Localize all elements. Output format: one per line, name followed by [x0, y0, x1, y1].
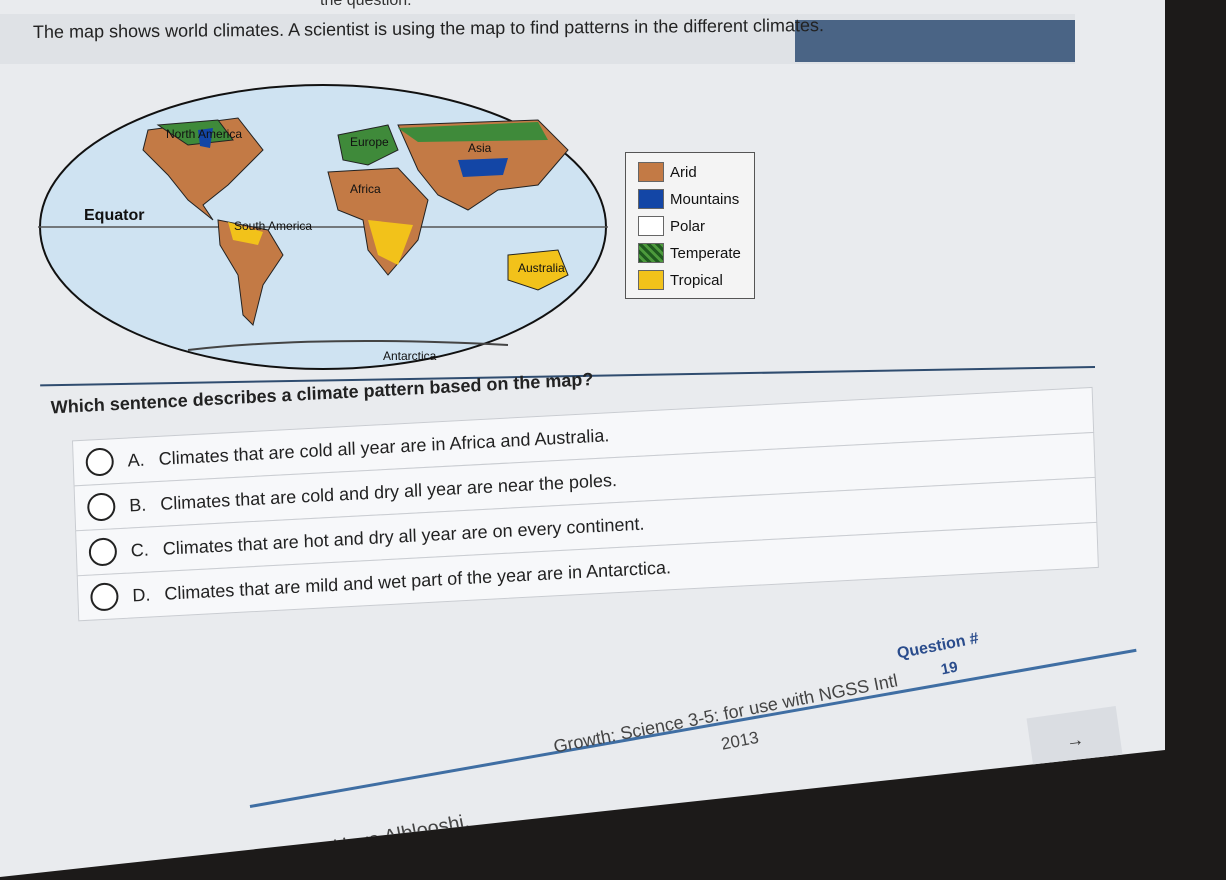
option-letter: D.	[132, 584, 151, 605]
label-equator: Equator	[84, 207, 144, 224]
arid-swatch	[638, 162, 664, 182]
radio-c[interactable]	[88, 537, 118, 567]
next-button[interactable]: →	[1026, 706, 1124, 774]
label-africa: Africa	[350, 182, 381, 196]
label-europe: Europe	[350, 135, 389, 149]
legend-arid: Arid	[638, 161, 697, 183]
question-number-label: Question #	[895, 629, 981, 663]
label-antarctica: Antarctica	[383, 349, 437, 363]
legend-temperate: Temperate	[638, 242, 741, 264]
mountains-swatch	[638, 189, 664, 209]
label-australia: Australia	[518, 261, 565, 275]
tropical-swatch	[638, 270, 664, 290]
label-north-america: North America	[166, 127, 242, 141]
legend-mountains: Mountains	[638, 188, 739, 210]
radio-d[interactable]	[89, 582, 119, 612]
question-number: 19	[939, 658, 960, 679]
header-accent	[795, 20, 1075, 62]
legend-label: Tropical	[670, 271, 723, 289]
arrow-right-icon: →	[1064, 728, 1086, 751]
student-name: Haya Alblooshi,	[331, 810, 472, 859]
radio-a[interactable]	[85, 447, 115, 477]
legend-label: Arid	[670, 163, 697, 181]
option-letter: C.	[130, 539, 150, 560]
legend-polar: Polar	[638, 215, 705, 237]
radio-b[interactable]	[86, 492, 116, 522]
option-letter: A.	[127, 449, 146, 471]
screen: the question. The map shows world climat…	[0, 0, 1165, 877]
option-letter: B.	[128, 494, 147, 515]
temperate-swatch	[638, 243, 664, 263]
world-climate-map: North America Europe Asia Africa Equator…	[38, 80, 618, 380]
legend-label: Mountains	[670, 190, 740, 208]
polar-swatch	[638, 216, 664, 236]
legend-label: Temperate	[670, 244, 741, 262]
label-south-america: South America	[234, 219, 312, 233]
label-asia: Asia	[468, 141, 492, 155]
legend-tropical: Tropical	[638, 269, 723, 291]
course-year: 2013	[719, 727, 761, 754]
legend-label: Polar	[670, 217, 706, 235]
partial-instruction-text: the question.	[320, 0, 412, 9]
map-legend: Arid Mountains Polar Temperate Tropical	[625, 152, 755, 299]
